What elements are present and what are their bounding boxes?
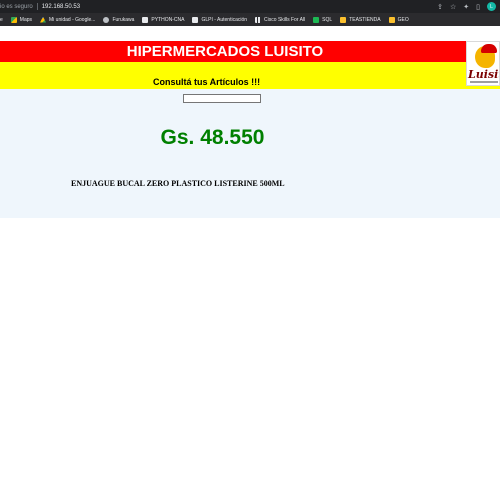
bookmark-label: Furukawa xyxy=(112,16,135,23)
bookmark-label: Cisco Skills For All xyxy=(264,16,306,23)
bookmark-item[interactable]: Maps xyxy=(10,16,33,23)
bookmark-label: PYTHON-CNA xyxy=(151,16,185,23)
article-search-input[interactable] xyxy=(183,94,261,103)
bookmarks-bar: e Maps Mi unidad - Google... Furukawa PY… xyxy=(0,13,500,26)
bookmark-item[interactable]: e xyxy=(0,17,3,23)
bookmark-star-icon[interactable]: ☆ xyxy=(450,3,456,11)
extensions-icon[interactable]: ✦ xyxy=(463,3,469,11)
globe-icon xyxy=(103,16,110,23)
profile-avatar[interactable]: L xyxy=(487,2,496,11)
security-status[interactable]: io es seguro xyxy=(0,4,33,10)
share-icon[interactable]: ⇪ xyxy=(437,3,443,11)
bookmark-item[interactable]: Cisco Skills For All xyxy=(255,16,306,23)
store-title: HIPERMERCADOS LUISITO xyxy=(126,43,324,60)
logo-text: Luisito xyxy=(468,68,499,81)
w-icon xyxy=(313,16,320,23)
bookmark-item[interactable]: SQL xyxy=(313,16,333,23)
bookmark-label: GLPI - Autenticación xyxy=(201,16,248,23)
mascot-cap-icon xyxy=(481,44,497,53)
address-divider xyxy=(36,3,38,10)
bookmark-label: TEASTIENDA xyxy=(349,16,381,23)
bookmark-item[interactable]: Furukawa xyxy=(103,16,135,23)
grid-icon xyxy=(255,16,262,23)
bookmark-item[interactable]: PYTHON-CNA xyxy=(142,16,185,23)
bookmark-label: e xyxy=(0,16,3,23)
logo-underline xyxy=(470,81,498,83)
browser-address-bar: io es seguro 192.168.50.53 ⇪ ☆ ✦ ▯ L xyxy=(0,0,500,13)
bookmark-label: Maps xyxy=(19,16,33,23)
bookmark-label: GEO xyxy=(397,16,409,23)
bookmark-label: Mi unidad - Google... xyxy=(49,16,96,23)
bookmark-item[interactable]: TEASTIENDA xyxy=(340,16,381,23)
bookmark-item[interactable]: GLPI - Autenticación xyxy=(192,16,248,23)
bookmark-item[interactable]: GEO xyxy=(388,16,409,23)
web-page: HIPERMERCADOS LUISITO Consultá tus Artíc… xyxy=(0,26,500,500)
sidepanel-icon[interactable]: ▯ xyxy=(476,3,480,11)
maps-icon xyxy=(10,16,17,23)
page-icon xyxy=(142,16,149,23)
folder-icon xyxy=(340,16,347,23)
results-panel xyxy=(0,89,500,218)
folder-icon xyxy=(388,16,395,23)
windows-icon xyxy=(192,16,199,23)
product-name: ENJUAGUE BUCAL ZERO PLASTICO LISTERINE 5… xyxy=(71,179,285,188)
page-subtitle: Consultá tus Artículos !!! xyxy=(153,77,261,87)
bookmark-label: SQL xyxy=(322,16,333,23)
browser-actions: ⇪ ☆ ✦ ▯ L xyxy=(437,0,496,13)
product-price: Gs. 48.550 xyxy=(160,126,265,149)
url-field[interactable]: 192.168.50.53 xyxy=(42,4,80,10)
store-logo: Luisito xyxy=(466,41,500,86)
bookmark-item[interactable]: Mi unidad - Google... xyxy=(40,16,96,23)
drive-icon xyxy=(40,16,47,23)
